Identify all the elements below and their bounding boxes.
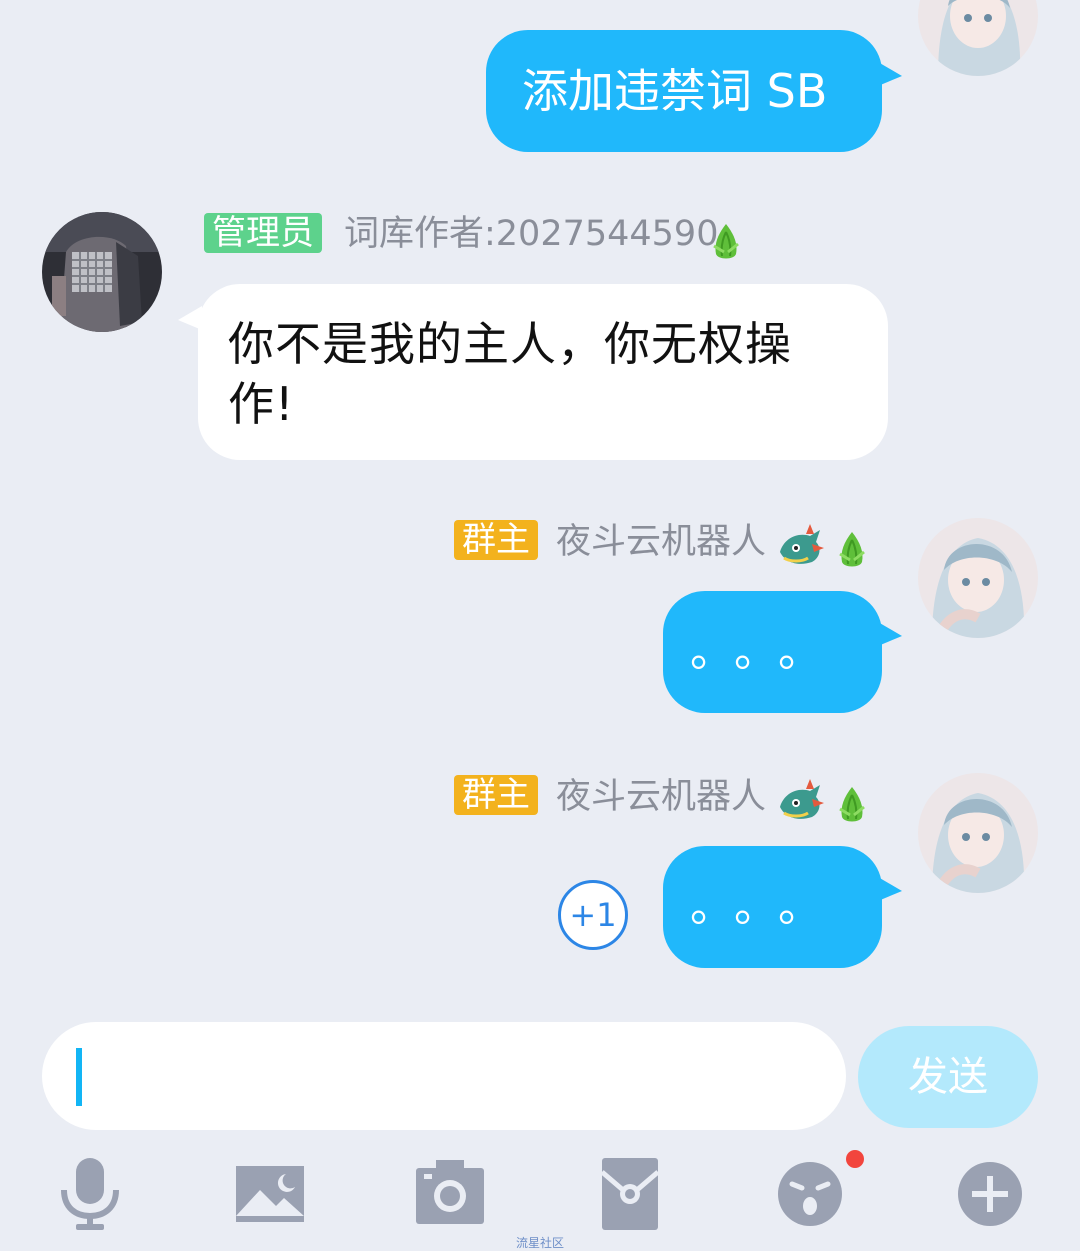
owner-badge: 群主 — [454, 520, 538, 560]
avatar-admin[interactable] — [42, 212, 162, 332]
bamboo-shoot-icon — [836, 785, 868, 825]
sender-name[interactable]: 夜斗云机器人 — [556, 522, 766, 562]
avatar-bot[interactable] — [918, 773, 1038, 893]
camera-icon[interactable] — [412, 1156, 488, 1232]
message-text-line-1: 你不是我的主人，你无权操 — [228, 317, 792, 371]
bubble-tail — [878, 622, 902, 646]
admin-badge: 管理员 — [204, 213, 322, 253]
bamboo-shoot-icon — [836, 530, 868, 570]
owner-badge: 群主 — [454, 775, 538, 815]
notification-dot — [846, 1150, 864, 1168]
bubble-tail — [178, 306, 202, 330]
plus-one-button[interactable]: +1 — [558, 880, 628, 950]
message-text: 你不是我的主人，你无权操 作! — [228, 314, 868, 434]
plus-icon[interactable] — [952, 1156, 1028, 1232]
bubble-tail — [878, 877, 902, 901]
sender-name[interactable]: 夜斗云机器人 — [556, 777, 766, 817]
microphone-icon[interactable] — [52, 1156, 128, 1232]
message-text-line-2: 作! — [228, 377, 295, 431]
message-text: 。。。 — [690, 881, 844, 932]
message-text: 添加违禁词 SB — [522, 64, 828, 118]
bubble-tail — [878, 62, 902, 86]
message-input[interactable] — [42, 1022, 846, 1130]
watermark: 流星社区 — [515, 1236, 564, 1250]
dragon-icon — [776, 779, 826, 823]
text-cursor — [76, 1048, 82, 1106]
avatar-bot[interactable] — [918, 518, 1038, 638]
red-packet-icon[interactable] — [592, 1156, 668, 1232]
send-button[interactable]: 发送 — [858, 1026, 1038, 1128]
bamboo-shoot-icon — [710, 222, 742, 262]
message-text: 。。。 — [690, 626, 844, 677]
sender-name[interactable]: 词库作者:2027544590 — [344, 214, 718, 254]
avatar-self[interactable] — [918, 0, 1038, 76]
image-icon[interactable] — [232, 1156, 308, 1232]
emoji-icon[interactable] — [772, 1156, 848, 1232]
badge-icons-partial — [790, 0, 870, 4]
dragon-icon — [776, 524, 826, 568]
